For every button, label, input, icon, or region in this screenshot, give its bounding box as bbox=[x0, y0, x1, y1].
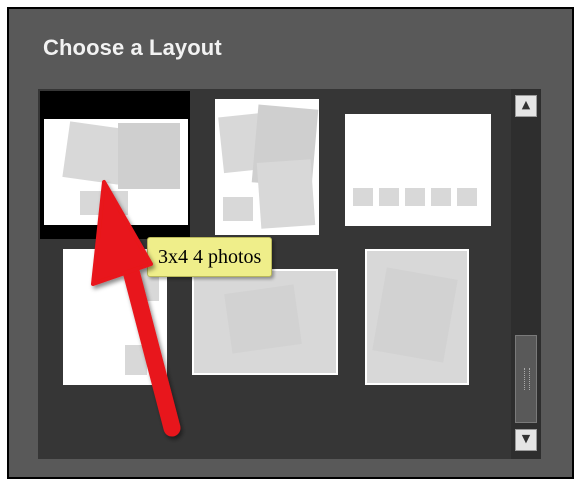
photo-placeholder bbox=[118, 123, 180, 189]
grip-icon bbox=[524, 368, 530, 390]
choose-layout-panel: Choose a Layout ▲ ▼ bbox=[7, 7, 574, 479]
layout-tooltip: 3x4 4 photos bbox=[147, 237, 273, 277]
photo-placeholder bbox=[224, 284, 302, 354]
chevron-up-icon: ▲ bbox=[521, 98, 531, 111]
scroll-down-button[interactable]: ▼ bbox=[515, 429, 537, 451]
photo-placeholder bbox=[106, 191, 128, 215]
photo-placeholder bbox=[379, 188, 399, 206]
photo-placeholder bbox=[223, 197, 253, 221]
layout-thumb-3[interactable] bbox=[345, 114, 491, 226]
scroll-up-button[interactable]: ▲ bbox=[515, 95, 537, 117]
photo-placeholder bbox=[405, 188, 425, 206]
panel-title: Choose a Layout bbox=[43, 35, 222, 60]
chevron-down-icon: ▼ bbox=[521, 432, 531, 445]
layout-thumb-selected[interactable] bbox=[40, 91, 190, 239]
layout-grid: ▲ ▼ bbox=[38, 89, 541, 459]
scrollbar-thumb[interactable] bbox=[515, 335, 537, 423]
photo-placeholder bbox=[80, 191, 102, 215]
photo-placeholder bbox=[62, 121, 126, 185]
layout-thumb-6[interactable] bbox=[365, 249, 469, 385]
photo-placeholder bbox=[457, 188, 477, 206]
layout-thumb-2[interactable] bbox=[215, 99, 319, 235]
vertical-scrollbar[interactable]: ▲ ▼ bbox=[511, 89, 541, 459]
photo-placeholder bbox=[431, 188, 451, 206]
photo-placeholder bbox=[256, 159, 316, 229]
layout-thumb-1 bbox=[44, 119, 188, 225]
photo-placeholder bbox=[372, 267, 458, 363]
photo-placeholder bbox=[353, 188, 373, 206]
layout-thumb-5[interactable] bbox=[192, 269, 338, 375]
photo-placeholder bbox=[125, 345, 147, 375]
